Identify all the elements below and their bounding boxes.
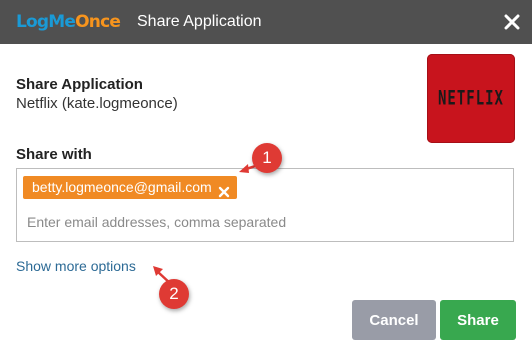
- dialog-header: LogMeOnce Share Application: [0, 0, 532, 44]
- close-button[interactable]: [503, 13, 521, 31]
- remove-chip-icon[interactable]: [218, 182, 230, 197]
- logo-part-once: Once: [75, 12, 121, 32]
- share-button[interactable]: Share: [440, 300, 516, 340]
- annotation-badge-2: 2: [159, 279, 189, 309]
- section-title: Share Application: [16, 76, 143, 93]
- app-name: Netflix (kate.logmeonce): [16, 95, 178, 112]
- netflix-logo: NETFLIX: [427, 54, 515, 143]
- dialog-title: Share Application: [137, 13, 262, 30]
- netflix-logo-text: NETFLIX: [437, 87, 504, 110]
- share-with-label: Share with: [16, 146, 92, 163]
- cancel-button[interactable]: Cancel: [352, 300, 436, 340]
- logo-part-logme: LogMe: [16, 12, 76, 32]
- recipient-chip-email: betty.logmeonce@gmail.com: [32, 179, 212, 195]
- share-recipients-field[interactable]: betty.logmeonce@gmail.com: [16, 168, 514, 242]
- email-input[interactable]: [27, 211, 497, 233]
- show-more-options-link[interactable]: Show more options: [16, 257, 136, 275]
- close-icon: [504, 14, 520, 30]
- annotation-badge-1: 1: [252, 143, 282, 173]
- logmeonce-logo: LogMeOnce: [16, 10, 121, 34]
- recipient-chip: betty.logmeonce@gmail.com: [23, 176, 237, 199]
